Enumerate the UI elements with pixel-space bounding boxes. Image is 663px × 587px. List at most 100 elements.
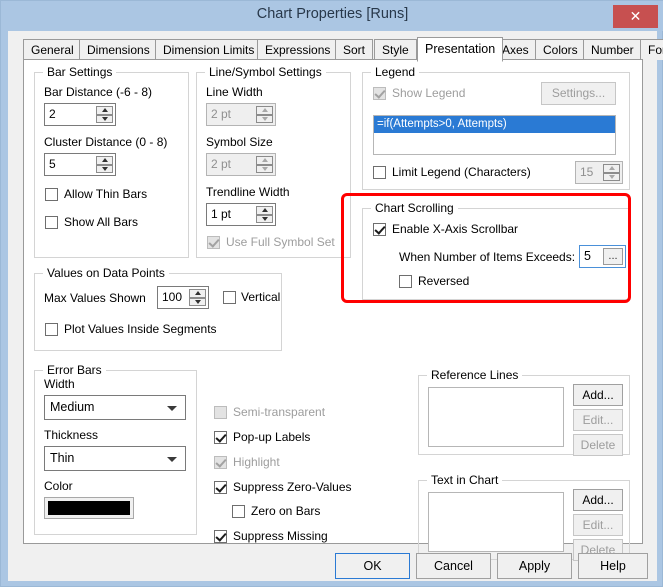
limit-legend-spin-buttons[interactable] xyxy=(603,164,620,181)
cluster-distance-stepper[interactable]: 5 xyxy=(44,153,116,176)
spinner-up-icon[interactable] xyxy=(96,156,113,165)
legend-expression-list[interactable]: =if(Attempts>0, Attempts) xyxy=(373,115,616,155)
error-bars-color-label: Color xyxy=(44,479,73,493)
max-values-spin-buttons[interactable] xyxy=(189,289,206,306)
reference-lines-edit-button[interactable]: Edit... xyxy=(573,409,623,431)
line-width-stepper[interactable]: 2 pt xyxy=(206,103,276,126)
semi-transparent-label: Semi-transparent xyxy=(233,405,326,419)
apply-button[interactable]: Apply xyxy=(497,553,572,579)
reference-lines-add-button[interactable]: Add... xyxy=(573,384,623,406)
show-all-bars-checkbox[interactable] xyxy=(45,216,58,229)
items-exceed-browse-button[interactable]: ... xyxy=(603,248,623,265)
cancel-button[interactable]: Cancel xyxy=(416,553,491,579)
tab-dimensions[interactable]: Dimensions xyxy=(79,39,158,60)
items-exceed-label: When Number of Items Exceeds: xyxy=(399,250,576,264)
highlight-label: Highlight xyxy=(233,455,280,469)
max-values-shown-stepper[interactable]: 100 xyxy=(157,286,209,309)
error-bars-thickness-select[interactable]: Thin xyxy=(44,446,186,471)
highlight-checkbox[interactable] xyxy=(214,456,227,469)
spinner-down-icon[interactable] xyxy=(256,164,273,173)
tab-style[interactable]: Style xyxy=(374,39,417,60)
suppress-missing-label: Suppress Missing xyxy=(233,529,328,543)
spinner-up-icon[interactable] xyxy=(256,106,273,115)
error-bars-title: Error Bars xyxy=(43,363,106,377)
reversed-label: Reversed xyxy=(418,274,470,288)
show-legend-checkbox[interactable] xyxy=(373,87,386,100)
tab-number[interactable]: Number xyxy=(583,39,642,60)
enable-x-axis-scrollbar-label: Enable X-Axis Scrollbar xyxy=(392,222,519,236)
popup-labels-checkbox[interactable] xyxy=(214,431,227,444)
text-in-chart-edit-button[interactable]: Edit... xyxy=(573,514,623,536)
tab-colors[interactable]: Colors xyxy=(535,39,586,60)
limit-legend-checkbox[interactable] xyxy=(373,166,386,179)
plot-values-inside-segments-label: Plot Values Inside Segments xyxy=(64,322,217,336)
vertical-checkbox[interactable] xyxy=(223,291,236,304)
window-frame: Chart Properties [Runs] ✕ General Dimens… xyxy=(0,0,663,587)
suppress-missing-checkbox[interactable] xyxy=(214,530,227,543)
chevron-down-icon[interactable] xyxy=(167,405,177,411)
values-on-data-points-group: Values on Data Points Max Values Shown 1… xyxy=(34,266,282,351)
spinner-down-icon[interactable] xyxy=(96,164,113,173)
spinner-down-icon[interactable] xyxy=(256,114,273,123)
title-bar: Chart Properties [Runs] ✕ xyxy=(1,1,663,31)
close-icon[interactable]: ✕ xyxy=(613,5,658,28)
spinner-down-icon[interactable] xyxy=(256,214,273,223)
symbol-size-stepper[interactable]: 2 pt xyxy=(206,153,276,176)
spinner-down-icon[interactable] xyxy=(189,297,206,306)
spinner-down-icon[interactable] xyxy=(96,114,113,123)
list-item[interactable]: =if(Attempts>0, Attempts) xyxy=(374,116,615,133)
help-button[interactable]: Help xyxy=(578,553,648,579)
reference-lines-list[interactable] xyxy=(428,387,564,447)
spinner-up-icon[interactable] xyxy=(256,156,273,165)
semi-transparent-checkbox[interactable] xyxy=(214,406,227,419)
trendline-width-spin-buttons[interactable] xyxy=(256,206,273,223)
ok-button[interactable]: OK xyxy=(335,553,410,579)
line-symbol-settings-group: Line/Symbol Settings Line Width 2 pt Sym… xyxy=(196,65,351,258)
cluster-distance-spin-buttons[interactable] xyxy=(96,156,113,173)
reference-lines-delete-button[interactable]: Delete xyxy=(573,434,623,456)
chart-scrolling-group: Chart Scrolling Enable X-Axis Scrollbar … xyxy=(362,201,630,300)
spinner-up-icon[interactable] xyxy=(256,206,273,215)
text-in-chart-list[interactable] xyxy=(428,492,564,552)
tab-sort[interactable]: Sort xyxy=(335,39,374,60)
trendline-width-stepper[interactable]: 1 pt xyxy=(206,203,276,226)
color-swatch-fill xyxy=(48,501,130,515)
legend-settings-button[interactable]: Settings... xyxy=(541,82,616,105)
bar-distance-spin-buttons[interactable] xyxy=(96,106,113,123)
limit-legend-label: Limit Legend (Characters) xyxy=(392,165,531,179)
zero-on-bars-label: Zero on Bars xyxy=(251,504,321,518)
symbol-size-spin-buttons[interactable] xyxy=(256,156,273,173)
text-in-chart-add-button[interactable]: Add... xyxy=(573,489,623,511)
tab-presentation[interactable]: Presentation xyxy=(417,37,504,62)
max-values-shown-value: 100 xyxy=(162,290,183,304)
spinner-up-icon[interactable] xyxy=(96,106,113,115)
enable-x-axis-scrollbar-checkbox[interactable] xyxy=(373,223,386,236)
allow-thin-bars-checkbox[interactable] xyxy=(45,188,58,201)
use-full-symbol-set-checkbox[interactable] xyxy=(207,236,220,249)
error-bars-color-swatch[interactable] xyxy=(44,497,134,519)
bar-distance-stepper[interactable]: 2 xyxy=(44,103,116,126)
chart-scrolling-title: Chart Scrolling xyxy=(371,201,458,215)
line-symbol-settings-title: Line/Symbol Settings xyxy=(205,65,326,79)
tab-general[interactable]: General xyxy=(23,39,82,60)
line-width-spin-buttons[interactable] xyxy=(256,106,273,123)
reversed-checkbox[interactable] xyxy=(399,275,412,288)
spinner-up-icon[interactable] xyxy=(189,289,206,298)
tab-font[interactable]: Font xyxy=(640,39,663,60)
chevron-down-icon[interactable] xyxy=(167,456,177,462)
popup-labels-label: Pop-up Labels xyxy=(233,430,311,444)
limit-legend-stepper[interactable]: 15 xyxy=(575,161,623,184)
spinner-up-icon[interactable] xyxy=(603,164,620,173)
use-full-symbol-set-label: Use Full Symbol Set xyxy=(226,235,335,249)
dialog-client-area: General Dimensions Dimension Limits Expr… xyxy=(8,31,663,581)
cluster-distance-label: Cluster Distance (0 - 8) xyxy=(44,135,168,149)
error-bars-width-select[interactable]: Medium xyxy=(44,395,186,420)
tab-dimension-limits[interactable]: Dimension Limits xyxy=(155,39,263,60)
plot-values-inside-segments-checkbox[interactable] xyxy=(45,323,58,336)
suppress-zero-values-checkbox[interactable] xyxy=(214,481,227,494)
zero-on-bars-checkbox[interactable] xyxy=(232,505,245,518)
tab-expressions[interactable]: Expressions xyxy=(257,39,339,60)
line-width-label: Line Width xyxy=(206,85,263,99)
spinner-down-icon[interactable] xyxy=(603,172,620,181)
items-exceed-input[interactable]: 5 ... xyxy=(579,245,626,268)
